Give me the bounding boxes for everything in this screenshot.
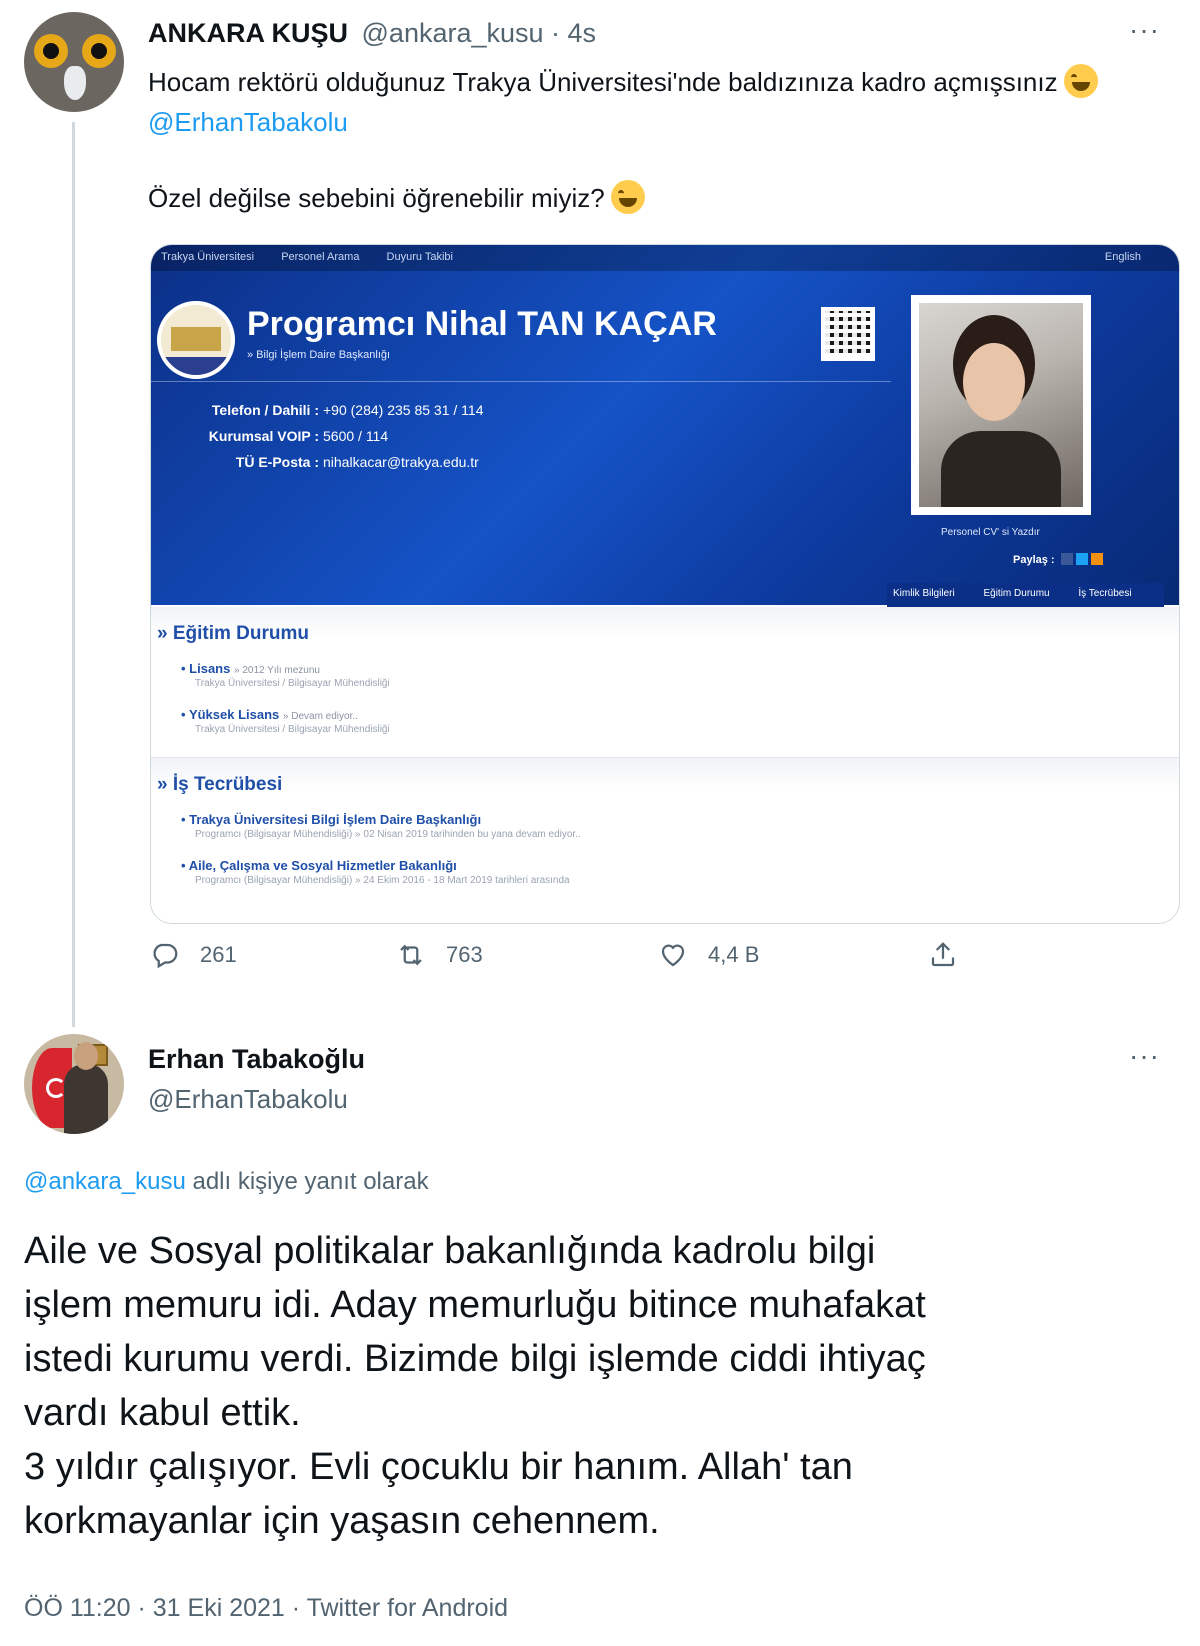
tweet1-mention-link[interactable]: @ErhanTabakolu (148, 107, 348, 137)
avatar-person (64, 1042, 108, 1134)
heart-icon (661, 944, 685, 967)
experience-item-title: Aile, Çalışma ve Sosyal Hizmetler Bakanl… (188, 858, 457, 873)
experience-item: • Aile, Çalışma ve Sosyal Hizmetler Baka… (181, 858, 570, 886)
tweet1-action-bar: 261 763 4,4 B (150, 940, 1010, 980)
hero-divider (151, 381, 891, 382)
profile-tab: İş Tecrübesi (1078, 588, 1132, 599)
site-nav-bar: Trakya Üniversitesi Personel Arama Duyur… (151, 245, 1179, 271)
profile-hero-banner: Trakya Üniversitesi Personel Arama Duyur… (151, 245, 1179, 607)
grinning-emoji-icon (610, 180, 645, 214)
education-item: • Yüksek Lisans » Devam ediyor.. Trakya … (181, 707, 390, 735)
profile-tab: Eğitim Durumu (983, 588, 1050, 599)
contact-info: Telefon / Dahili : +90 (284) 235 85 31 / … (203, 397, 484, 475)
facebook-icon (1060, 553, 1073, 565)
profile-subtitle: » Bilgi İşlem Daire Başkanlığı (247, 349, 391, 361)
education-item: • Lisans » 2012 Yılı mezunu Trakya Ünive… (181, 661, 390, 689)
reply-button[interactable]: 261 (150, 940, 237, 970)
tweet2-text-line: vardı kabul ettik. (24, 1392, 301, 1434)
site-nav-item: Duyuru Takibi (386, 251, 453, 263)
site-nav-item: Trakya Üniversitesi (161, 251, 255, 263)
contact-label: Telefon / Dahili : (211, 402, 319, 418)
tweet2-author-handle[interactable]: @ErhanTabakolu (148, 1084, 348, 1115)
owl-beak (64, 66, 86, 100)
tweet2-text: Aile ve Sosyal politikalar bakanlığında … (24, 1224, 1174, 1548)
reply-icon (153, 943, 178, 969)
avatar-ankara-kusu[interactable] (24, 12, 124, 112)
photo-caption: Personel CV' si Yazdır (941, 527, 1040, 538)
avatar-erhan-tabakoglu[interactable] (24, 1034, 124, 1134)
rss-icon (1090, 553, 1103, 565)
qr-code-icon (821, 307, 875, 361)
owl-eye-right (82, 34, 116, 68)
profile-photo-frame (911, 295, 1091, 515)
experience-item-detail: Programcı (Bilgisayar Mühendisliği) » 02… (195, 829, 581, 840)
university-logo-icon (157, 301, 235, 379)
like-count: 4,4 B (708, 942, 760, 967)
tweet2-text-line: Aile ve Sosyal politikalar bakanlığında … (24, 1230, 876, 1272)
tweet1-text: Hocam rektörü olduğunuz Trakya Üniversit… (148, 62, 1158, 218)
tweet2-author-name[interactable]: Erhan Tabakoğlu (148, 1044, 365, 1075)
education-item-title: Lisans (189, 661, 231, 676)
contact-value: +90 (284) 235 85 31 / 114 (323, 402, 484, 418)
education-item-title: Yüksek Lisans (188, 707, 280, 722)
tweet1-author-handle[interactable]: @ankara_kusu (362, 18, 544, 48)
more-icon[interactable]: ··· (1129, 14, 1160, 46)
education-item-detail: Trakya Üniversitesi / Bilgisayar Mühendi… (195, 678, 390, 689)
education-item-detail: Trakya Üniversitesi / Bilgisayar Mühendi… (195, 724, 390, 735)
tweet1-attached-image[interactable]: Trakya Üniversitesi Personel Arama Duyur… (150, 244, 1180, 924)
retweet-button[interactable]: 763 (396, 940, 483, 970)
site-nav-item: Personel Arama (281, 251, 360, 263)
tweet1-text-line2: Özel değilse sebebini öğrenebilir miyiz? (148, 183, 605, 213)
profile-tabs: Kimlik Bilgileri Eğitim Durumu İş Tecrüb… (887, 583, 1164, 607)
thread-connector-line (72, 122, 75, 1027)
replying-mention-link[interactable]: @ankara_kusu (24, 1168, 186, 1195)
contact-value: nihalkacar@trakya.edu.tr (323, 454, 479, 470)
tweet2-text-line: istedi kurumu verdi. Bizimde bilgi işlem… (24, 1338, 926, 1380)
owl-eye-left (34, 34, 68, 68)
tweet2-text-line: 3 yıldır çalışıyor. Evli çocuklu bir han… (24, 1446, 853, 1488)
experience-title: » İş Tecrübesi (157, 774, 283, 795)
reply-count: 261 (200, 942, 237, 967)
tweet2-text-line: korkmayanlar için yaşasın cehennem. (24, 1500, 660, 1542)
experience-item-detail: Programcı (Bilgisayar Mühendisliği) » 24… (195, 875, 570, 886)
replying-text: adlı kişiye yanıt olarak (185, 1168, 429, 1195)
tweet2-timestamp[interactable]: ÖÖ 11:20 · 31 Eki 2021 · Twitter for And… (24, 1594, 508, 1623)
retweet-count: 763 (446, 942, 483, 967)
retweet-icon (400, 944, 422, 966)
experience-item: • Trakya Üniversitesi Bilgi İşlem Daire … (181, 812, 581, 840)
more-icon[interactable]: ··· (1129, 1040, 1160, 1072)
education-section: » Eğitim Durumu • Lisans » 2012 Yılı mez… (151, 607, 1179, 757)
profile-title: Programcı Nihal TAN KAÇAR (247, 305, 717, 343)
education-title: » Eğitim Durumu (157, 623, 310, 644)
laughing-crying-emoji-icon (1063, 64, 1098, 98)
experience-item-title: Trakya Üniversitesi Bilgi İşlem Daire Ba… (189, 812, 482, 827)
share-icon (931, 942, 955, 967)
profile-photo (919, 303, 1083, 507)
replying-to: @ankara_kusu adlı kişiye yanıt olarak (24, 1168, 429, 1196)
tweet1-text-line1: Hocam rektörü olduğunuz Trakya Üniversit… (148, 67, 1058, 97)
contact-value: 5600 / 114 (323, 428, 389, 444)
contact-label: Kurumsal VOIP : (208, 428, 319, 444)
tweet1-author-name[interactable]: ANKARA KUŞU (148, 18, 348, 48)
tweet2-text-line: işlem memuru idi. Aday memurluğu bitince… (24, 1284, 926, 1326)
tweet1-separator: · (543, 18, 568, 48)
share-button[interactable] (928, 940, 978, 970)
tweet1-header: ANKARA KUŞU @ankara_kusu · 4s (148, 18, 596, 49)
education-item-note: » 2012 Yılı mezunu (233, 665, 320, 676)
like-button[interactable]: 4,4 B (658, 940, 759, 970)
contact-label: TÜ E-Posta : (235, 454, 319, 470)
experience-section: » İş Tecrübesi • Trakya Üniversitesi Bil… (151, 757, 1179, 923)
share-row: Paylaş : (1013, 553, 1103, 566)
twitter-icon (1075, 553, 1088, 565)
tweet1-time[interactable]: 4s (568, 18, 597, 48)
profile-tab: Kimlik Bilgileri (893, 588, 955, 599)
education-item-note: » Devam ediyor.. (282, 711, 358, 722)
site-language-link: English (1104, 251, 1141, 263)
share-label: Paylaş : (1013, 554, 1055, 566)
